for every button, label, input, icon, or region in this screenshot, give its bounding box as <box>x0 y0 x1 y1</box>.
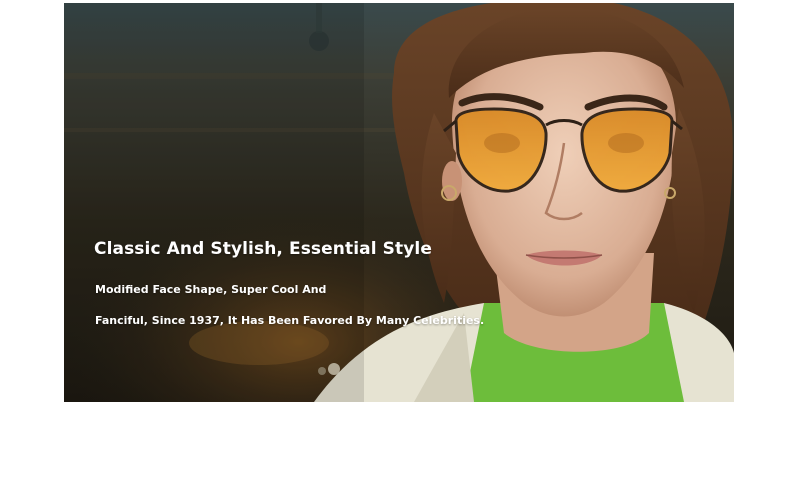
description-line-1: Modified Face Shape, Super Cool And <box>95 283 327 296</box>
product-photo <box>64 3 734 402</box>
description-line-2: Fanciful, Since 1937, It Has Been Favore… <box>95 314 485 327</box>
hero-banner: Classic And Stylish, Essential Style Mod… <box>64 3 734 402</box>
headline: Classic And Stylish, Essential Style <box>94 239 432 259</box>
